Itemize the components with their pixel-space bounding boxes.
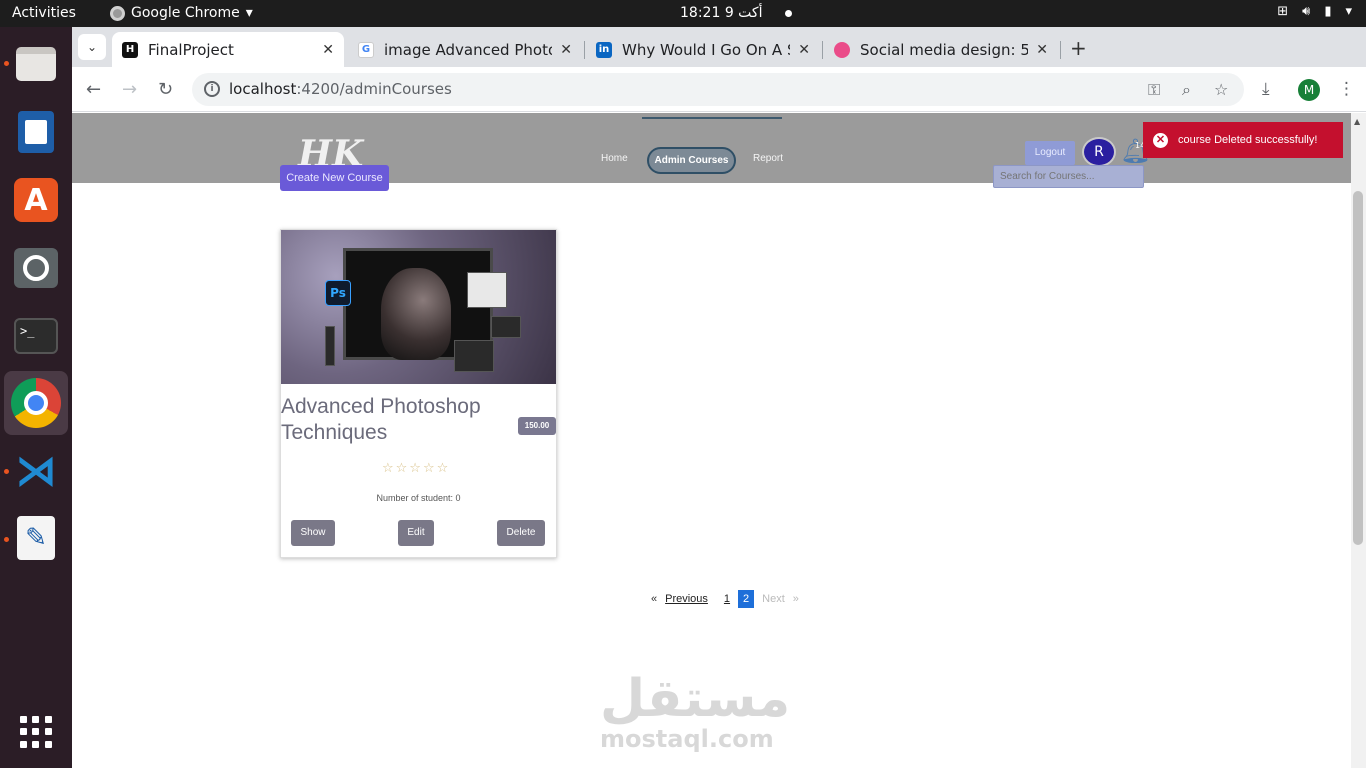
chrome-small-icon [110,5,125,21]
toast-message: course Deleted successfully! [1178,134,1318,146]
prev-arrow: « [651,593,658,605]
bookmark-star-icon[interactable]: ☆ [1214,80,1228,99]
close-tab-icon[interactable]: ✕ [798,42,810,58]
tab-title: Social media design: 5 st [860,40,1029,59]
toast-notification[interactable]: ✕ course Deleted successfully! [1143,122,1343,158]
loading-bar [642,117,782,119]
rating-stars[interactable]: ☆☆☆☆☆ [382,461,450,476]
page-2-current[interactable]: 2 [738,590,755,608]
close-tab-icon[interactable]: ✕ [322,42,334,58]
zoom-icon[interactable]: ⌕ [1182,80,1191,100]
back-arrow-icon[interactable]: ← [86,79,101,100]
tab-title: FinalProject [148,40,234,59]
tab-google-image[interactable]: G image Advanced Photosh ✕ [348,32,582,67]
tab-separator [1060,41,1061,59]
app-menu-label: Google Chrome [131,5,240,21]
browser-toolbar: ← → ↻ i localhost:4200/adminCourses ⚿ ⌕ … [72,67,1366,112]
key-icon[interactable]: ⚿ [1148,80,1160,100]
tab-strip: ⌄ H FinalProject ✕ G image Advanced Phot… [72,27,1366,67]
logout-button[interactable]: Logout [1025,141,1075,165]
dribbble-favicon-icon [834,41,850,58]
edit-button[interactable]: Edit [398,520,434,546]
watermark-arabic: مستقل [600,669,791,729]
close-tab-icon[interactable]: ✕ [1036,42,1048,58]
chrome-app-icon[interactable] [4,371,68,435]
course-image: Ps Ps [281,230,556,384]
url-text[interactable]: localhost:4200/adminCourses [229,80,452,98]
page-1-link[interactable]: 1 [724,593,730,605]
create-new-course-button[interactable]: Create New Course [280,165,389,191]
tab-title: image Advanced Photosh [384,40,552,59]
tab-title: Why Would I Go On A So [622,40,791,59]
watermark-latin: mostaql.com [600,725,774,753]
page-scrollbar[interactable]: ▲ [1351,113,1366,768]
system-top-bar: Activities Google Chrome ▾ أكت 9 18:21 ⊞… [0,0,1366,27]
more-menu-icon[interactable]: ⋮ [1338,79,1355,99]
caret-down-icon: ▾ [245,5,253,21]
reload-icon[interactable]: ↻ [158,79,173,100]
profile-avatar[interactable]: M [1298,79,1320,101]
linkedin-favicon-icon: in [596,41,612,58]
vscode-icon[interactable]: ⋊ [13,446,59,495]
image-viewer-icon[interactable] [13,245,59,291]
tab-separator [822,41,823,59]
scroll-up-icon[interactable]: ▲ [1354,117,1360,126]
running-indicator [4,61,9,66]
nav-admin-courses[interactable]: Admin Courses [647,147,736,174]
dock: A >_ ⋊ ✎ [0,27,72,768]
forward-arrow-icon[interactable]: → [122,79,137,100]
libreoffice-writer-icon[interactable] [13,109,59,155]
tab-linkedin[interactable]: in Why Would I Go On A So ✕ [586,32,820,67]
student-count: Number of student: 0 [376,493,461,503]
terminal-icon[interactable]: >_ [13,313,59,359]
tab-dribbble[interactable]: Social media design: 5 st ✕ [824,32,1058,67]
running-indicator [4,469,9,474]
course-card: Ps Ps Advanced Photoshop Techniques 150.… [280,229,557,558]
next-arrow: » [792,593,799,605]
show-apps-icon[interactable] [20,716,52,748]
download-icon[interactable]: ⤓ [1262,79,1270,99]
error-icon: ✕ [1153,132,1168,148]
pagination: « Previous 1 2 Next » [647,590,803,608]
new-tab-icon[interactable]: + [1070,36,1087,60]
next-link[interactable]: Next [762,593,785,605]
tab-separator [584,41,585,59]
clock[interactable]: أكت 9 18:21 [680,5,792,21]
user-avatar[interactable]: R [1082,137,1116,167]
nav-home[interactable]: Home [601,153,628,164]
text-editor-icon[interactable]: ✎ [13,515,59,561]
network-icon: ⊞ [1277,4,1289,19]
battery-icon: ▮ [1324,4,1332,19]
site-info-icon[interactable]: i [204,81,220,97]
close-tab-icon[interactable]: ✕ [560,42,572,58]
course-title: Advanced Photoshop Techniques [281,395,481,444]
scrollbar-thumb[interactable] [1353,191,1363,545]
show-button[interactable]: Show [291,520,335,546]
caret-down-icon: ▾ [1345,4,1352,19]
price-badge: 150.00 [518,417,556,435]
page-viewport: HK Home Admin Courses Report Logout R 🔔︎… [72,113,1351,768]
search-courses-input[interactable] [993,165,1144,188]
activities-button[interactable]: Activities [12,5,76,21]
clock-label: أكت 9 18:21 [680,5,763,21]
favicon-icon: H [122,41,138,58]
system-tray[interactable]: ⊞ 🔊︎ ▮ ▾ [1277,4,1352,19]
files-app-icon[interactable] [13,41,59,87]
tab-finalproject[interactable]: H FinalProject ✕ [112,32,344,67]
app-menu[interactable]: Google Chrome ▾ [110,5,253,21]
google-favicon-icon: G [358,41,374,58]
running-indicator [4,537,9,542]
delete-button[interactable]: Delete [497,520,545,546]
previous-link[interactable]: Previous [665,593,708,605]
address-bar[interactable]: i localhost:4200/adminCourses ⚿ ⌕ ☆ [192,73,1244,106]
notification-dot-icon [784,9,792,17]
tab-search-icon[interactable]: ⌄ [78,34,106,60]
nav-report[interactable]: Report [753,153,783,164]
ubuntu-software-icon[interactable]: A [13,177,59,223]
volume-icon: 🔊︎ [1302,4,1311,19]
